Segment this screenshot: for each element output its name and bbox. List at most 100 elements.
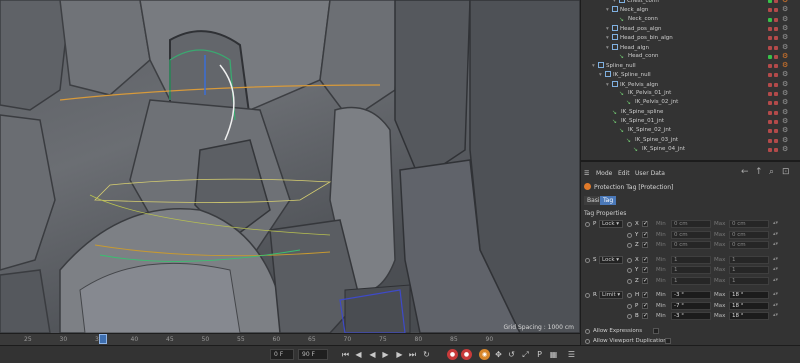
tag-icon[interactable]: ⚙: [782, 80, 788, 88]
max-field[interactable]: 18 °: [729, 301, 769, 310]
axis-checkbox[interactable]: [642, 302, 648, 309]
object-tree-row[interactable]: ▾ Chest_conn: [581, 0, 766, 6]
up-arrow-icon[interactable]: ↑: [755, 167, 763, 177]
object-tree-row[interactable]: ▾ IK_Pelvis_algn: [581, 80, 766, 90]
tag-icon[interactable]: ⚙: [782, 98, 788, 106]
editor-visibility-icon[interactable]: [768, 45, 772, 50]
animate-bullet-icon[interactable]: [627, 268, 632, 273]
am-menu-user-data[interactable]: User Data: [635, 170, 665, 177]
animate-bullet-icon[interactable]: [627, 243, 632, 248]
animate-bullet-icon[interactable]: [585, 293, 590, 298]
render-visibility-icon[interactable]: [774, 8, 778, 13]
render-visibility-icon[interactable]: [774, 45, 778, 50]
editor-visibility-icon[interactable]: [768, 36, 772, 41]
tag-icon[interactable]: ⚙: [782, 117, 788, 125]
tag-icon[interactable]: ⚙: [782, 24, 788, 32]
render-visibility-icon[interactable]: [774, 147, 778, 152]
prev-key-icon[interactable]: ◀: [353, 349, 364, 360]
protection-mode-dropdown[interactable]: Lock ▾: [599, 220, 623, 228]
spinner-icon[interactable]: ▴▾: [773, 256, 778, 262]
back-arrow-icon[interactable]: ←: [741, 167, 749, 177]
scale-key-icon[interactable]: ⤢: [520, 349, 531, 360]
render-visibility-icon[interactable]: [774, 110, 778, 115]
spinner-icon[interactable]: ▴▾: [773, 291, 778, 297]
rotate-key-icon[interactable]: ↺: [506, 349, 517, 360]
editor-visibility-icon[interactable]: [768, 54, 772, 59]
record-icon[interactable]: ●: [447, 349, 458, 360]
spinner-icon[interactable]: ▴▾: [773, 220, 778, 226]
play-icon[interactable]: ▶: [380, 349, 391, 360]
protection-mode-dropdown[interactable]: Lock ▾: [599, 255, 623, 264]
object-tree-row[interactable]: ↘ IK_Spine_02_jnt: [581, 127, 766, 136]
animate-bullet-icon[interactable]: [627, 222, 632, 227]
editor-visibility-icon[interactable]: [768, 82, 772, 87]
play-backward-icon[interactable]: ◀: [367, 349, 378, 360]
tag-icon[interactable]: ⚙: [782, 43, 788, 51]
render-visibility-icon[interactable]: [774, 119, 778, 124]
object-tree-row[interactable]: ▾ Neck_algn: [581, 6, 766, 15]
am-menu-edit[interactable]: Edit: [618, 170, 630, 177]
pla-key-icon[interactable]: ▦: [548, 349, 559, 360]
object-tree-row[interactable]: ▾ Head_pos_algn: [581, 24, 766, 34]
editor-visibility-icon[interactable]: [768, 8, 772, 13]
tag-icon[interactable]: ⚙: [782, 126, 788, 134]
max-field[interactable]: 1: [729, 255, 769, 264]
min-field[interactable]: -7 °: [671, 301, 711, 310]
editor-visibility-icon[interactable]: [768, 110, 772, 115]
end-frame-field[interactable]: 90 F: [298, 349, 328, 360]
spinner-icon[interactable]: ▴▾: [773, 312, 778, 318]
render-visibility-icon[interactable]: [774, 101, 778, 106]
editor-visibility-icon[interactable]: [768, 64, 772, 69]
object-manager[interactable]: ▾ Chest_conn ⚙ ▾ Neck_algn ⚙ ↘ Neck_conn ⚙ ▾ Head_…: [580, 0, 800, 160]
min-field[interactable]: -3 °: [671, 291, 711, 299]
search-icon[interactable]: ⌕: [769, 167, 774, 177]
spinner-icon[interactable]: ▴▾: [773, 302, 778, 308]
render-visibility-icon[interactable]: [774, 82, 778, 87]
editor-visibility-icon[interactable]: [768, 0, 772, 3]
timeline-menu-icon[interactable]: ☰: [566, 349, 577, 360]
object-tree-row[interactable]: ↘ IK_Pelvis_02_jnt: [581, 99, 766, 108]
editor-visibility-icon[interactable]: [768, 17, 772, 22]
editor-visibility-icon[interactable]: [768, 101, 772, 106]
spinner-icon[interactable]: ▴▾: [773, 266, 778, 272]
min-field[interactable]: 1: [671, 255, 711, 264]
object-tree-row[interactable]: ↘ Head_conn: [581, 53, 766, 62]
lock-icon[interactable]: ⊡: [782, 167, 790, 177]
max-field[interactable]: 18 °: [729, 291, 769, 299]
next-key-icon[interactable]: ▶: [394, 349, 405, 360]
axis-checkbox[interactable]: [642, 312, 648, 319]
render-visibility-icon[interactable]: [774, 26, 778, 31]
min-field[interactable]: 1: [671, 266, 711, 274]
tag-icon[interactable]: ⚙: [782, 52, 788, 60]
axis-checkbox[interactable]: [642, 231, 648, 238]
max-field[interactable]: 0 cm: [729, 241, 769, 249]
object-tree-row[interactable]: ↘ IK_Spine_03_jnt: [581, 137, 766, 146]
spinner-icon[interactable]: ▴▾: [773, 241, 778, 247]
render-visibility-icon[interactable]: [774, 138, 778, 143]
min-field[interactable]: -3 °: [671, 312, 711, 320]
animate-bullet-icon[interactable]: [585, 328, 590, 334]
editor-visibility-icon[interactable]: [768, 119, 772, 124]
editor-visibility-icon[interactable]: [768, 147, 772, 152]
max-field[interactable]: 1: [729, 266, 769, 274]
move-key-icon[interactable]: ✥: [493, 349, 504, 360]
loop-icon[interactable]: ↻: [421, 349, 432, 360]
min-field[interactable]: 0 cm: [671, 230, 711, 239]
editor-visibility-icon[interactable]: [768, 129, 772, 134]
animate-bullet-icon[interactable]: [585, 338, 590, 344]
protection-mode-dropdown[interactable]: Limit ▾: [599, 291, 623, 299]
object-tree-row[interactable]: ▾ IK_Spline_null: [581, 71, 766, 80]
object-tree-row[interactable]: ↘ Neck_conn: [581, 16, 766, 25]
autokey-icon[interactable]: ●: [461, 349, 472, 360]
editor-visibility-icon[interactable]: [768, 26, 772, 31]
tag-icon[interactable]: ⚙: [782, 108, 788, 116]
animate-bullet-icon[interactable]: [627, 293, 632, 298]
axis-checkbox[interactable]: [642, 266, 648, 273]
animate-bullet-icon[interactable]: [627, 303, 632, 309]
option-checkbox[interactable]: [653, 327, 659, 334]
am-menu-icon[interactable]: ☰: [584, 170, 589, 177]
max-field[interactable]: 18 °: [729, 312, 769, 320]
axis-checkbox[interactable]: [642, 220, 648, 227]
keyframe-selection-icon[interactable]: ◉: [479, 349, 490, 360]
tag-icon[interactable]: ⚙: [782, 145, 788, 153]
